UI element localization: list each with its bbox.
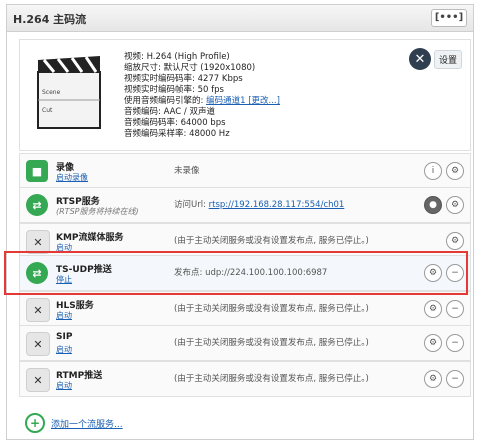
info-line-text: 视频实时编码码率: 4277 Kbps	[124, 74, 243, 84]
info-line: 视频实时编码码率: 4277 Kbps	[124, 74, 280, 85]
gear-icon[interactable]: ⚙	[446, 196, 464, 214]
row-controls: ⚙ −	[424, 300, 464, 318]
close-x-icon: ✕	[26, 368, 50, 392]
more-menu-button[interactable]: [•••]	[431, 9, 467, 27]
clapperboard-icon: Scene Cut	[37, 56, 101, 129]
info-line-text: 音频编码码率: 64000 bps	[124, 118, 226, 128]
settings-label: 设置	[433, 49, 462, 69]
wrench-icon: ✕	[408, 48, 431, 70]
service-action-link[interactable]: 启动	[56, 380, 72, 391]
gear-icon[interactable]: ⚙	[446, 162, 464, 180]
row-controls: i ⚙	[424, 162, 464, 180]
stream-info-lines: 视频: H.264 (High Profile) 缩放尺寸: 默认尺寸 (1920…	[124, 52, 280, 140]
selection-highlight	[4, 251, 468, 295]
service-note: (RTSP服务将持续在线)	[56, 207, 139, 216]
gear-icon[interactable]: ⚙	[446, 232, 464, 250]
info-line-text: 音频编码: AAC / 双声道	[124, 107, 215, 117]
clapper-scene-label: Scene	[42, 89, 61, 96]
row-controls: ⚙ −	[424, 334, 464, 352]
gear-icon[interactable]: ⚙	[424, 334, 442, 352]
service-row: ■ 录像 启动录像 未录像 i ⚙	[19, 153, 471, 189]
add-stream-label: 添加一个流服务...	[51, 419, 123, 430]
record-square-icon: ■	[26, 160, 48, 182]
info-icon[interactable]: i	[424, 162, 442, 180]
row-controls: ● ⚙	[424, 196, 464, 214]
row-controls: ⚙	[446, 232, 464, 250]
stream-info-card: Scene Cut 视频: H.264 (High Profile) 缩放尺寸: …	[19, 39, 471, 151]
change-link[interactable]: [更改...]	[246, 96, 280, 106]
info-line: 视频: H.264 (High Profile)	[124, 52, 280, 63]
service-row: ✕ HLS服务 启动 (由于主动关闭服务或没有设置发布点, 服务已停止。) ⚙ −	[19, 291, 471, 327]
minus-icon[interactable]: −	[446, 370, 464, 388]
service-status: (由于主动关闭服务或没有设置发布点, 服务已停止。)	[174, 374, 369, 384]
service-status: 访问Url: rtsp://192.168.28.117:554/ch01	[174, 198, 344, 210]
settings-button[interactable]: ✕ 设置	[408, 48, 462, 70]
gear-icon[interactable]: ⚙	[424, 300, 442, 318]
add-stream-button[interactable]: + 添加一个流服务...	[25, 413, 123, 433]
service-row: ⇄ RTSP服务 (RTSP服务将持续在线) 访问Url: rtsp://192.16…	[19, 187, 471, 223]
info-line-text: 使用音频编码引擎的:	[124, 96, 207, 106]
service-row: ✕ SIP 启动 (由于主动关闭服务或没有设置发布点, 服务已停止。) ⚙ −	[19, 325, 471, 361]
service-row: ✕ RTMP推送 启动 (由于主动关闭服务或没有设置发布点, 服务已停止。) ⚙ −	[19, 361, 471, 397]
minus-icon[interactable]: −	[446, 334, 464, 352]
info-line-text: 视频实时编码帧率: 50 fps	[124, 85, 224, 95]
close-x-icon: ✕	[26, 332, 50, 356]
rtsp-url-link[interactable]: rtsp://192.168.28.117:554/ch01	[209, 200, 345, 210]
panel-header: H.264 主码流 [•••]	[7, 5, 473, 32]
person-icon[interactable]: ●	[424, 196, 442, 214]
info-line-text: 视频: H.264 (High Profile)	[124, 52, 230, 62]
info-line: 使用音频编码引擎的: 编码通道1 [更改...]	[124, 96, 280, 107]
info-line: 缩放尺寸: 默认尺寸 (1920x1080)	[124, 63, 280, 74]
audio-channel-link[interactable]: 编码通道1	[206, 96, 245, 106]
service-action-link[interactable]: 启动	[56, 344, 72, 355]
service-status: (由于主动关闭服务或没有设置发布点, 服务已停止。)	[174, 338, 369, 348]
info-line: 音频编码: AAC / 双声道	[124, 107, 280, 118]
service-action-link[interactable]: 启动	[56, 310, 72, 321]
info-line: 音频编码采样率: 48000 Hz	[124, 129, 280, 140]
info-line: 视频实时编码帧率: 50 fps	[124, 85, 280, 96]
info-line: 音频编码码率: 64000 bps	[124, 118, 280, 129]
info-line-text: 缩放尺寸: 默认尺寸 (1920x1080)	[124, 63, 256, 73]
service-name: SIP	[56, 332, 73, 342]
service-status: (由于主动关闭服务或没有设置发布点, 服务已停止。)	[174, 304, 369, 314]
minus-icon[interactable]: −	[446, 300, 464, 318]
info-line-text: 音频编码采样率: 48000 Hz	[124, 129, 230, 139]
stream-panel: H.264 主码流 [•••] Scene Cut 视频: H.264 (Hig…	[6, 4, 474, 440]
close-x-icon: ✕	[26, 298, 50, 322]
service-status: (由于主动关闭服务或没有设置发布点, 服务已停止。)	[174, 236, 369, 246]
status-prefix: 访问Url:	[174, 200, 209, 210]
panel-title: H.264 主码流	[13, 13, 87, 26]
service-action-link[interactable]: 启动录像	[56, 172, 88, 183]
clapper-cut-label: Cut	[42, 107, 53, 114]
row-controls: ⚙ −	[424, 370, 464, 388]
service-status: 未录像	[174, 166, 200, 176]
plus-icon: +	[25, 413, 45, 433]
gear-icon[interactable]: ⚙	[424, 370, 442, 388]
swap-arrows-icon: ⇄	[26, 194, 48, 216]
